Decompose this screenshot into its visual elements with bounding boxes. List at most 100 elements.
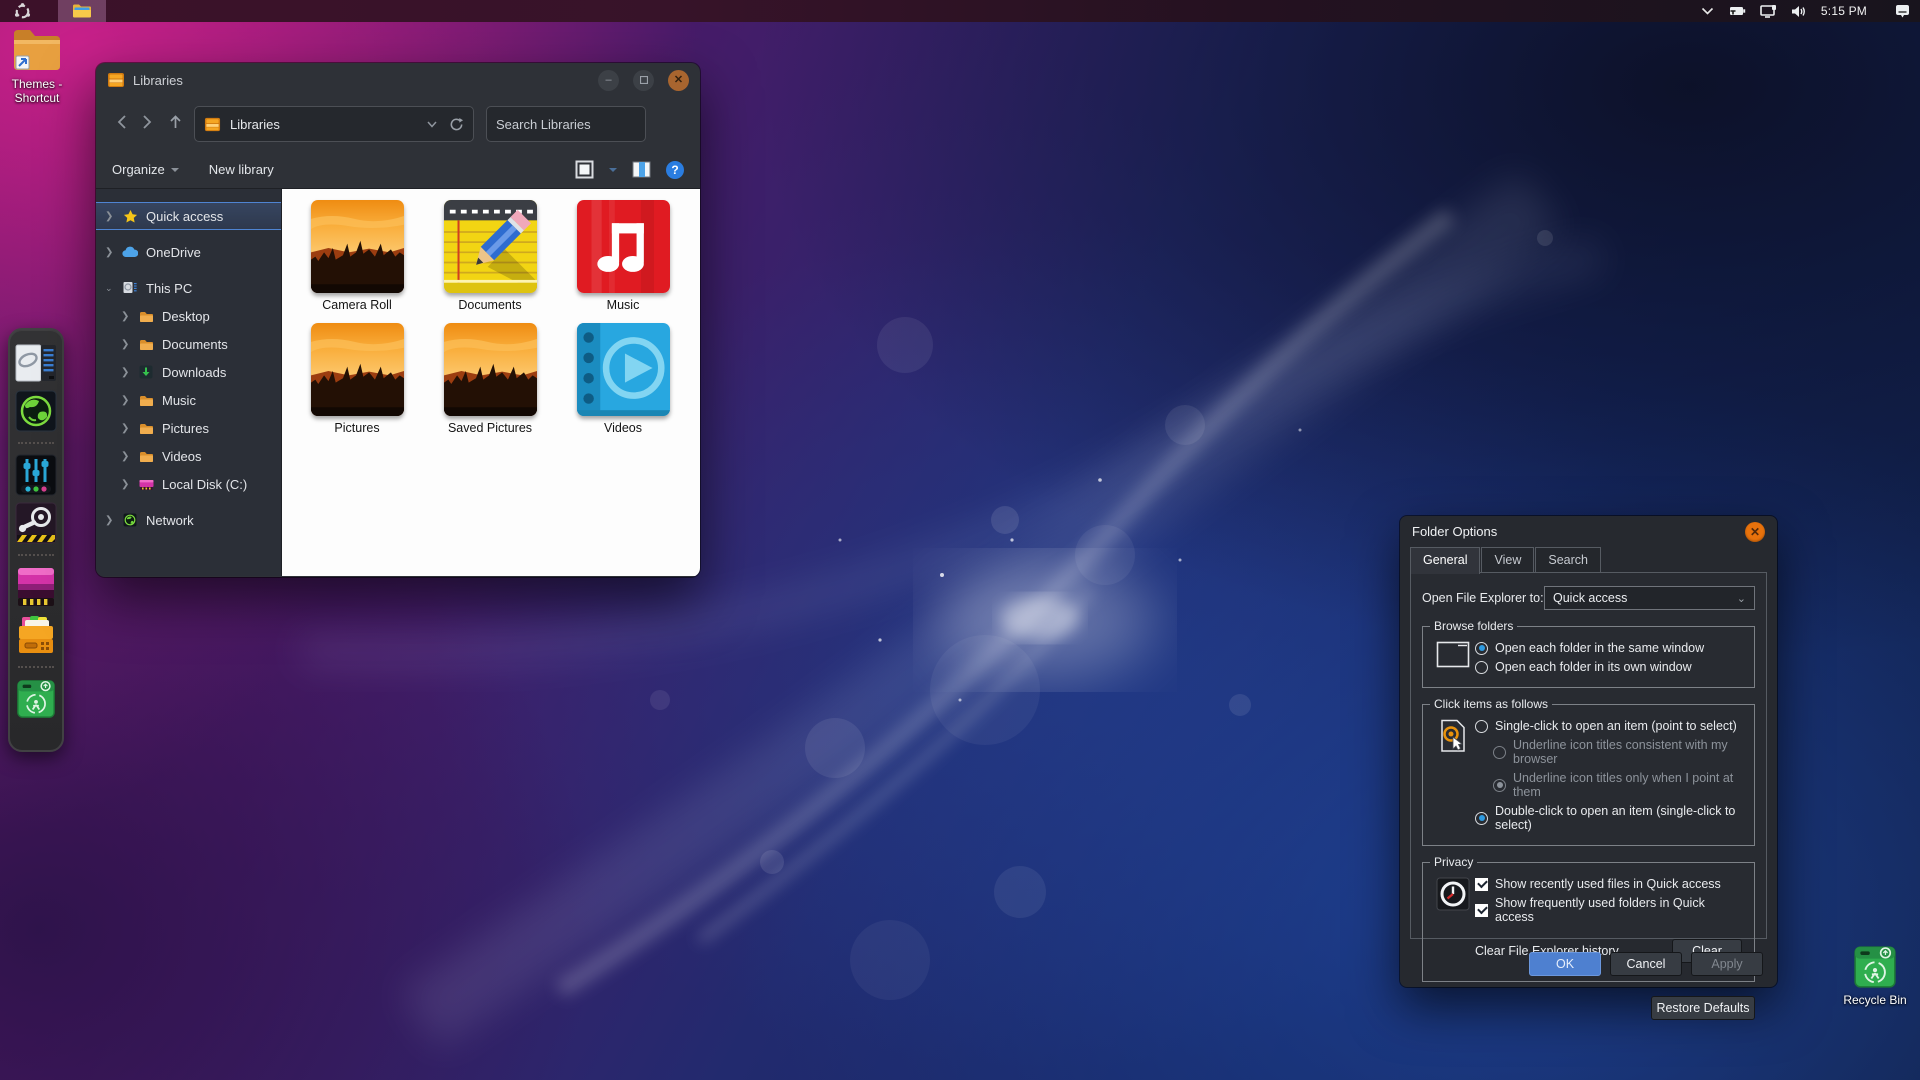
- click-pointer-icon: [1431, 717, 1475, 837]
- back-button[interactable]: [108, 115, 134, 134]
- sidebar-item-videos[interactable]: ❯ Videos: [96, 442, 281, 470]
- chevron-right-icon[interactable]: ❯: [105, 247, 121, 258]
- dialog-titlebar[interactable]: Folder Options ✕: [1400, 516, 1777, 547]
- sidebar-item-desktop[interactable]: ❯ Desktop: [96, 302, 281, 330]
- battery-icon[interactable]: [1728, 5, 1746, 17]
- apply-button[interactable]: Apply: [1691, 952, 1763, 976]
- sidebar-item-this-pc[interactable]: ⌄ This PC: [96, 274, 281, 302]
- dock-item-audio-mixer[interactable]: [14, 453, 58, 497]
- large-icons-view-icon[interactable]: [575, 160, 594, 179]
- radio-label: Underline icon titles consistent with my…: [1513, 738, 1746, 766]
- dock-separator: [18, 666, 54, 668]
- group-legend: Privacy: [1430, 855, 1477, 869]
- sidebar-item-pictures[interactable]: ❯ Pictures: [96, 414, 281, 442]
- new-library-button[interactable]: New library: [209, 162, 274, 177]
- sidebar-item-onedrive[interactable]: ❯ OneDrive: [96, 238, 281, 266]
- close-icon[interactable]: ✕: [1745, 522, 1765, 542]
- action-center-icon[interactable]: [1895, 4, 1910, 18]
- search-box[interactable]: [486, 106, 646, 142]
- tab-general[interactable]: General: [1410, 547, 1480, 574]
- library-tile-label: Music: [607, 298, 640, 312]
- library-tile-saved-pictures[interactable]: Saved Pictures: [434, 323, 546, 435]
- chevron-down-icon[interactable]: [609, 168, 617, 172]
- chevron-right-icon[interactable]: ❯: [121, 451, 137, 462]
- tab-search[interactable]: Search: [1535, 547, 1601, 572]
- chevron-right-icon[interactable]: ❯: [121, 395, 137, 406]
- radio-same-window[interactable]: Open each folder in the same window: [1475, 641, 1746, 655]
- open-to-dropdown[interactable]: Quick access ⌄: [1544, 586, 1755, 610]
- chevron-down-icon[interactable]: [1701, 7, 1714, 15]
- dock-item-my-computer[interactable]: [14, 341, 58, 385]
- radio-double-click[interactable]: Double-click to open an item (single-cli…: [1475, 804, 1746, 832]
- recycle-bin-icon: [1852, 944, 1898, 990]
- library-tile-videos[interactable]: Videos: [567, 323, 679, 435]
- libraries-icon: [107, 71, 125, 89]
- chevron-right-icon[interactable]: ❯: [105, 515, 121, 526]
- sidebar-item-music[interactable]: ❯ Music: [96, 386, 281, 414]
- volume-icon[interactable]: [1791, 5, 1807, 18]
- chevron-right-icon[interactable]: ❯: [121, 367, 137, 378]
- chevron-down-icon[interactable]: ⌄: [105, 283, 121, 294]
- desktop-icon-label: Themes - Shortcut: [0, 77, 80, 105]
- system-tray: 5:15 PM: [1701, 4, 1920, 18]
- chevron-right-icon[interactable]: ❯: [121, 339, 137, 350]
- restore-defaults-button[interactable]: Restore Defaults: [1651, 996, 1755, 1020]
- organize-menu[interactable]: Organize: [112, 162, 179, 177]
- dock-separator: [18, 442, 54, 444]
- address-bar[interactable]: Libraries: [194, 106, 474, 142]
- ok-button[interactable]: OK: [1529, 952, 1601, 976]
- desktop-icon-recycle-bin[interactable]: Recycle Bin: [1832, 944, 1918, 1007]
- sidebar-item-quick-access[interactable]: ❯ Quick access: [96, 202, 281, 230]
- dock-item-file-cabinet[interactable]: [14, 613, 58, 657]
- desktop-icon-themes-shortcut[interactable]: Themes - Shortcut: [0, 26, 80, 105]
- chevron-right-icon[interactable]: ❯: [105, 211, 121, 222]
- dock-item-network-globe[interactable]: [14, 389, 58, 433]
- details-pane-icon[interactable]: [632, 161, 651, 178]
- checkbox-frequent-folders[interactable]: Show frequently used folders in Quick ac…: [1475, 896, 1746, 924]
- sidebar-item-documents[interactable]: ❯ Documents: [96, 330, 281, 358]
- sidebar-item-local-disk[interactable]: ❯ Local Disk (C:): [96, 470, 281, 498]
- library-tile-camera-roll[interactable]: Camera Roll: [301, 200, 413, 312]
- dialog-title: Folder Options: [1412, 524, 1497, 539]
- forward-button[interactable]: [134, 115, 160, 134]
- display-icon[interactable]: [1760, 5, 1777, 18]
- library-tile-label: Pictures: [334, 421, 379, 435]
- sidebar-item-label: Network: [146, 513, 194, 528]
- sidebar-item-network[interactable]: ❯ Network: [96, 506, 281, 534]
- explorer-titlebar[interactable]: Libraries – ✕: [96, 63, 700, 97]
- close-button[interactable]: ✕: [668, 70, 689, 91]
- library-tile-pictures[interactable]: Pictures: [301, 323, 413, 435]
- dock-item-recycle-bin[interactable]: [14, 677, 58, 721]
- tab-view[interactable]: View: [1481, 547, 1534, 572]
- disk-icon: [137, 478, 155, 491]
- taskbar-file-explorer-button[interactable]: [58, 0, 106, 22]
- checkbox-recent-files[interactable]: Show recently used files in Quick access: [1475, 877, 1746, 891]
- address-dropdown-icon[interactable]: [427, 121, 437, 128]
- cancel-button[interactable]: Cancel: [1610, 952, 1682, 976]
- start-button[interactable]: [13, 2, 31, 20]
- group-legend: Browse folders: [1430, 619, 1517, 633]
- radio-own-window[interactable]: Open each folder in its own window: [1475, 660, 1746, 674]
- chevron-right-icon[interactable]: ❯: [121, 423, 137, 434]
- up-button[interactable]: [160, 115, 190, 134]
- radio-single-click[interactable]: Single-click to open an item (point to s…: [1475, 719, 1746, 733]
- search-input[interactable]: [496, 117, 672, 132]
- themes-folder-icon: [10, 26, 64, 74]
- chevron-right-icon[interactable]: ❯: [121, 479, 137, 490]
- checkbox-icon: [1475, 904, 1488, 917]
- dock-item-local-disk[interactable]: [14, 565, 58, 609]
- help-button[interactable]: ?: [666, 161, 684, 179]
- dialog-content: Open File Explorer to: Quick access ⌄ Br…: [1410, 572, 1767, 939]
- library-tile-documents[interactable]: Documents: [434, 200, 546, 312]
- maximize-button[interactable]: [633, 70, 654, 91]
- chevron-right-icon[interactable]: ❯: [121, 311, 137, 322]
- clock[interactable]: 5:15 PM: [1821, 4, 1867, 18]
- library-tile-music[interactable]: Music: [567, 200, 679, 312]
- library-tile-label: Documents: [458, 298, 521, 312]
- browse-folders-group: Browse folders Open each folder in the s…: [1422, 626, 1755, 688]
- minimize-button[interactable]: –: [598, 70, 619, 91]
- sidebar-item-downloads[interactable]: ❯ Downloads: [96, 358, 281, 386]
- dock-item-steam[interactable]: [14, 501, 58, 545]
- desktop-icon-label: Recycle Bin: [1843, 993, 1906, 1007]
- refresh-icon[interactable]: [449, 117, 464, 132]
